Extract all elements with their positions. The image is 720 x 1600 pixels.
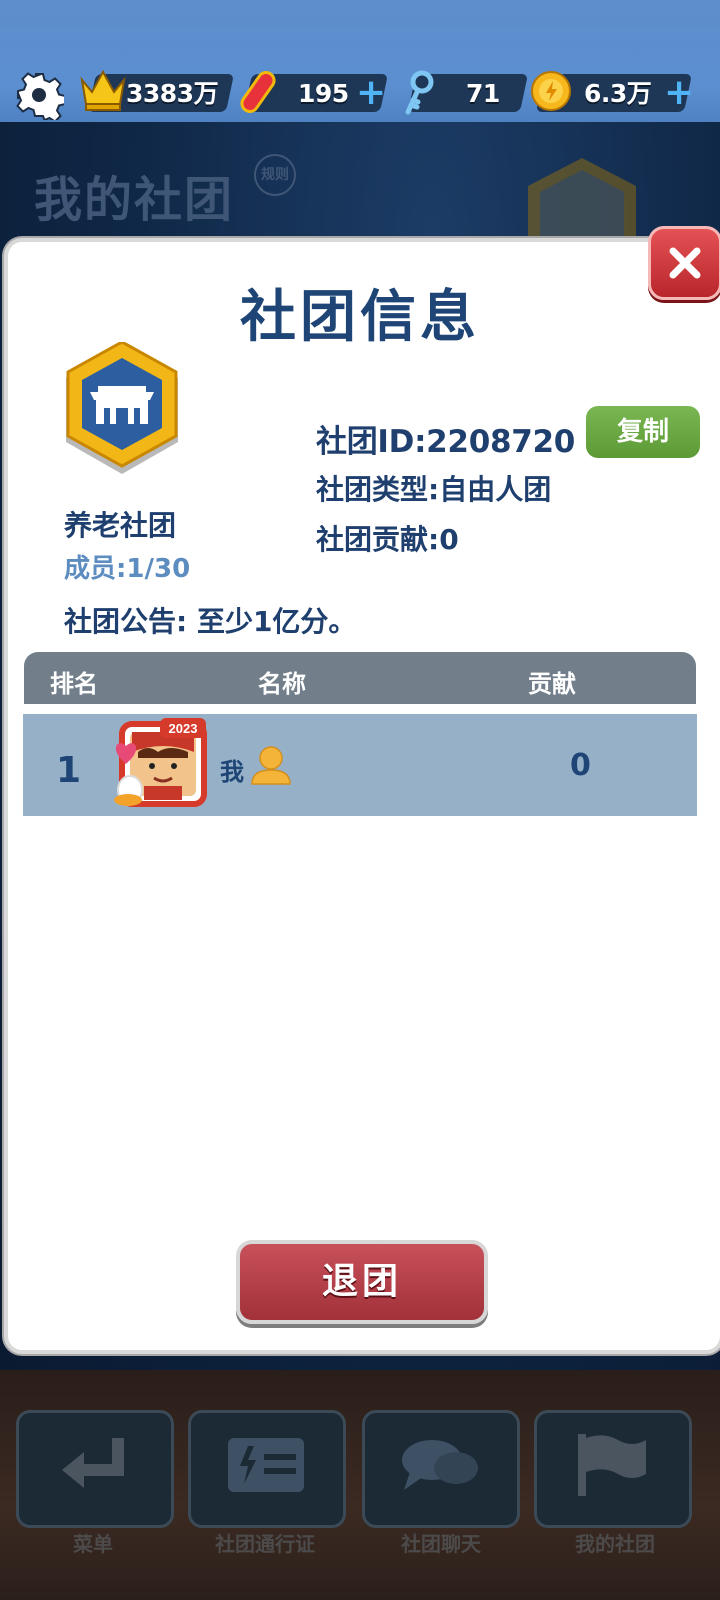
key-icon [405,70,434,115]
crown-count: 3383万 [126,79,219,108]
key-count: 71 [466,79,500,108]
member-count: 成员:1/30 [64,554,191,584]
chat-icon [402,1440,478,1490]
nav-my-club-label: 我的社团 [575,1532,655,1556]
add-coins-button[interactable]: + [664,75,694,112]
club-id: 社团ID:2208720 [316,424,576,460]
row-player-name: 我 [220,758,244,786]
row-rank: 1 [56,750,82,791]
club-name: 养老社团 [64,509,177,542]
return-arrow-icon [62,1438,124,1488]
avatar-badge: 2023 [169,721,198,736]
player-avatar: 2023 [114,718,207,807]
nav-menu-label: 菜单 [73,1532,113,1556]
dialog-title: 社团信息 [240,285,480,350]
club-contribution: 社团贡献:0 [316,523,459,556]
club-type: 社团类型:自由人团 [316,473,552,506]
rules-button[interactable]: 规则 [254,154,296,196]
coin-icon [531,71,571,111]
quit-club-button[interactable]: 退团 [236,1240,488,1324]
board-count: 195 [298,79,349,108]
member-table-header [24,652,696,704]
header-rank: 排名 [50,670,98,698]
hoverboard-icon [240,71,276,113]
gear-icon[interactable] [14,70,64,120]
nav-club-pass-label: 社团通行证 [215,1532,315,1556]
header-name: 名称 [258,670,306,698]
add-boards-button[interactable]: + [356,75,386,112]
background-title: 我的社团 [34,172,235,228]
club-notice: 社团公告: 至少1亿分。 [64,605,357,638]
club-badge-icon [66,342,178,474]
background-club-badge-icon [528,158,636,238]
row-contribution: 0 [570,748,591,783]
crown-icon [80,69,126,111]
person-icon [251,746,291,785]
pass-icon [228,1438,304,1492]
nav-club-chat-label: 社团聊天 [401,1532,481,1556]
copy-id-button[interactable]: 复制 [586,406,700,458]
flag-icon [578,1434,646,1496]
header-contribution: 贡献 [528,670,576,698]
coin-count: 6.3万 [584,79,652,108]
